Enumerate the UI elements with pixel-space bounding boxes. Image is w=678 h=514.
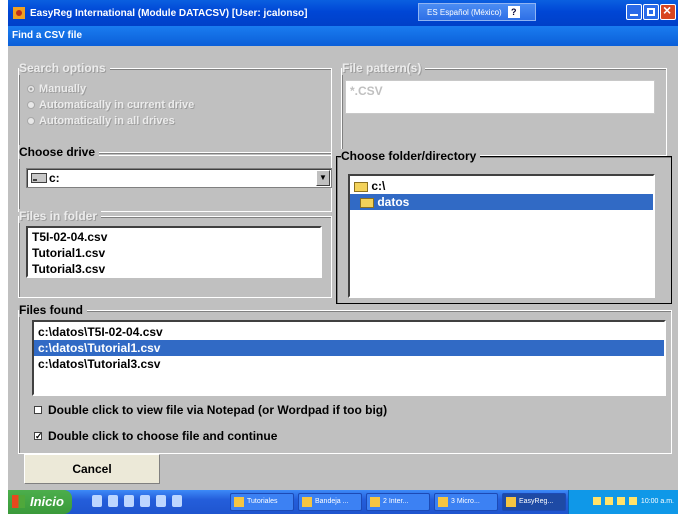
- quicklaunch-icon[interactable]: [172, 495, 182, 507]
- list-item[interactable]: Tutorial3.csv: [28, 261, 320, 276]
- radio-label: Manually: [39, 83, 87, 95]
- start-label: Inicio: [30, 494, 64, 509]
- file-pattern-input: *.CSV: [345, 80, 655, 114]
- maximize-button[interactable]: [643, 4, 659, 20]
- folder-item-root[interactable]: c:\: [350, 178, 653, 194]
- list-item[interactable]: T5I-02-04.csv: [28, 229, 320, 245]
- app-icon: [506, 497, 516, 507]
- quicklaunch-icon[interactable]: [156, 495, 166, 507]
- help-icon[interactable]: ?: [507, 6, 520, 18]
- taskbar-button[interactable]: Bandeja ...: [298, 493, 362, 511]
- choose-folder-legend: Choose folder/directory: [341, 149, 481, 163]
- tray-icon[interactable]: [617, 497, 626, 506]
- radio-current-drive: Automatically in current drive: [27, 97, 194, 113]
- taskbar-button-label: Tutoriales: [247, 498, 278, 505]
- search-options-group: Search options Manually Automatically in…: [18, 61, 332, 156]
- window-title: EasyReg International (Module DATACSV) […: [30, 7, 308, 19]
- tray-icon[interactable]: [628, 497, 637, 506]
- files-found-list[interactable]: c:\datos\T5I-02-04.csv c:\datos\Tutorial…: [32, 320, 666, 396]
- windows-logo-icon: [12, 495, 25, 508]
- taskbar-button-label: 2 Inter...: [383, 498, 409, 505]
- checkbox-label: Double click to view file via Notepad (o…: [48, 403, 388, 417]
- radio-dot: [27, 85, 35, 93]
- taskbar-button[interactable]: Tutoriales: [230, 493, 294, 511]
- folder-item-datos[interactable]: datos: [350, 194, 653, 210]
- taskbar-button-label: Bandeja ...: [315, 498, 349, 505]
- clock: 10:00 a.m.: [640, 498, 674, 505]
- taskbar-button[interactable]: 2 Inter...: [366, 493, 430, 511]
- file-pattern-value: *.CSV: [350, 84, 383, 98]
- checkbox-box[interactable]: ✓: [34, 432, 43, 441]
- drive-value: c:: [49, 171, 60, 185]
- minimize-button[interactable]: [626, 4, 642, 20]
- window-title-bar[interactable]: EasyReg International (Module DATACSV) […: [8, 0, 678, 26]
- dialog-title: Find a CSV file: [8, 26, 678, 46]
- taskbar: Inicio Tutoriales Bandeja ... 2 Inter...…: [8, 490, 678, 514]
- quicklaunch-icon[interactable]: [140, 495, 150, 507]
- radio-manually: Manually: [27, 81, 194, 97]
- tray-icon[interactable]: [593, 497, 602, 506]
- radio-dot: [27, 117, 35, 125]
- taskbar-button[interactable]: 3 Micro...: [434, 493, 498, 511]
- start-button[interactable]: Inicio: [8, 490, 72, 514]
- language-label: ES Español (México): [427, 7, 502, 17]
- radio-all-drives: Automatically in all drives: [27, 113, 194, 129]
- files-found-legend: Files found: [19, 303, 87, 317]
- quicklaunch-icon[interactable]: [108, 495, 118, 507]
- browser-icon: [370, 497, 380, 507]
- files-in-folder-list[interactable]: T5I-02-04.csv Tutorial1.csv Tutorial3.cs…: [26, 226, 322, 278]
- app-icon: [13, 7, 25, 19]
- language-bar[interactable]: ES Español (México) ?: [418, 3, 536, 21]
- taskbar-button-active[interactable]: EasyReg...: [502, 493, 566, 511]
- search-options-legend: Search options: [19, 61, 110, 75]
- list-item[interactable]: Tutorial1.csv: [28, 245, 320, 261]
- open-folder-icon: [360, 197, 374, 208]
- taskbar-button-label: 3 Micro...: [451, 498, 480, 505]
- radio-dot: [27, 101, 35, 109]
- checkbox-label: Double click to choose file and continue: [48, 429, 278, 443]
- choose-drive-legend: Choose drive: [19, 145, 100, 159]
- list-item[interactable]: c:\datos\T5I-02-04.csv: [34, 324, 664, 340]
- mail-icon: [302, 497, 312, 507]
- notepad-option-checkbox[interactable]: Double click to view file via Notepad (o…: [34, 403, 387, 417]
- system-tray: 10:00 a.m.: [568, 490, 678, 514]
- drive-select[interactable]: c: ▼: [26, 168, 332, 188]
- cancel-button[interactable]: Cancel: [24, 454, 160, 484]
- folder-label: datos: [377, 195, 410, 209]
- close-button[interactable]: [660, 2, 676, 20]
- word-icon: [438, 497, 448, 507]
- folder-tree[interactable]: c:\ datos: [348, 174, 655, 298]
- chevron-down-icon[interactable]: ▼: [316, 170, 330, 186]
- quicklaunch-icon[interactable]: [92, 495, 102, 507]
- radio-label: Automatically in all drives: [39, 115, 175, 127]
- tray-icon[interactable]: [605, 497, 614, 506]
- taskbar-button-label: EasyReg...: [519, 498, 554, 505]
- open-folder-icon: [354, 181, 368, 192]
- checkbox-box[interactable]: [34, 406, 42, 414]
- find-csv-dialog: Find a CSV file Search options Manually …: [8, 26, 678, 490]
- quicklaunch-icon[interactable]: [124, 495, 134, 507]
- radio-label: Automatically in current drive: [39, 99, 195, 111]
- drive-icon: [31, 173, 47, 183]
- list-item[interactable]: c:\datos\Tutorial3.csv: [34, 356, 664, 372]
- folder-icon: [234, 497, 244, 507]
- file-pattern-legend: File pattern(s): [342, 61, 426, 75]
- folder-label: c:\: [371, 179, 386, 193]
- files-in-folder-legend: Files in folder: [19, 209, 102, 223]
- choose-file-option-checkbox[interactable]: ✓ Double click to choose file and contin…: [34, 429, 277, 443]
- list-item[interactable]: c:\datos\Tutorial1.csv: [34, 340, 664, 356]
